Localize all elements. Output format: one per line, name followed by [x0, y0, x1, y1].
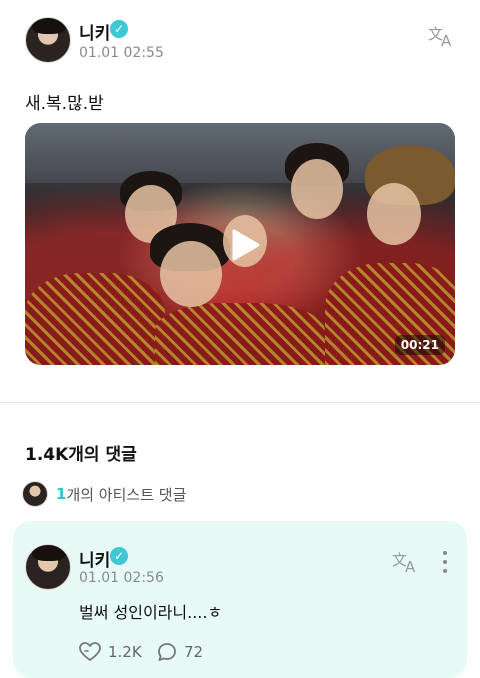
- author-name[interactable]: 니키: [79, 19, 110, 44]
- translate-icon[interactable]: 文 A: [392, 548, 420, 574]
- post: 니키 ✓ 01.01 02:55 文 A 새.복.많.받 00:21: [0, 0, 480, 392]
- artist-comment-card: 니키 ✓ 01.01 02:56 文 A 벌써 성인이라니....ㅎ 1.2K …: [13, 521, 467, 678]
- video-figure: [160, 241, 222, 307]
- svg-text:A: A: [405, 558, 416, 574]
- svg-text:A: A: [441, 32, 452, 48]
- video-duration: 00:21: [394, 335, 445, 355]
- artist-avatar: [22, 481, 48, 507]
- reply-count: 72: [184, 643, 204, 661]
- translate-icon[interactable]: 文 A: [428, 22, 456, 48]
- video-figure: [155, 303, 325, 365]
- like-button[interactable]: 1.2K: [79, 642, 142, 662]
- reply-icon: [158, 643, 176, 661]
- video-player[interactable]: 00:21: [25, 123, 455, 365]
- comment-timestamp: 01.01 02:56: [79, 570, 164, 586]
- comments-count: 1.4K개의 댓글: [25, 445, 137, 465]
- verified-badge-icon: ✓: [110, 547, 128, 565]
- play-icon[interactable]: [226, 227, 262, 263]
- comment-text: 벌써 성인이라니....ㅎ: [79, 603, 223, 622]
- verified-badge-icon: ✓: [110, 20, 128, 38]
- comment-author-name[interactable]: 니키: [79, 546, 110, 571]
- video-figure: [291, 159, 343, 219]
- comment-author-avatar[interactable]: [25, 544, 71, 590]
- reply-button[interactable]: 72: [157, 642, 203, 662]
- artist-comment-count: 1: [56, 485, 67, 503]
- section-divider: [0, 402, 480, 403]
- like-count: 1.2K: [108, 643, 142, 661]
- post-timestamp: 01.01 02:55: [79, 45, 164, 61]
- more-options-icon[interactable]: [441, 551, 449, 573]
- artist-comments-filter[interactable]: 1 개의 아티스트 댓글: [22, 481, 186, 507]
- artist-comment-label: 개의 아티스트 댓글: [66, 485, 187, 504]
- video-figure: [367, 183, 421, 245]
- author-avatar[interactable]: [25, 17, 71, 63]
- like-icon: [79, 642, 101, 661]
- video-figure: [25, 273, 165, 365]
- post-text: 새.복.많.받: [25, 94, 104, 114]
